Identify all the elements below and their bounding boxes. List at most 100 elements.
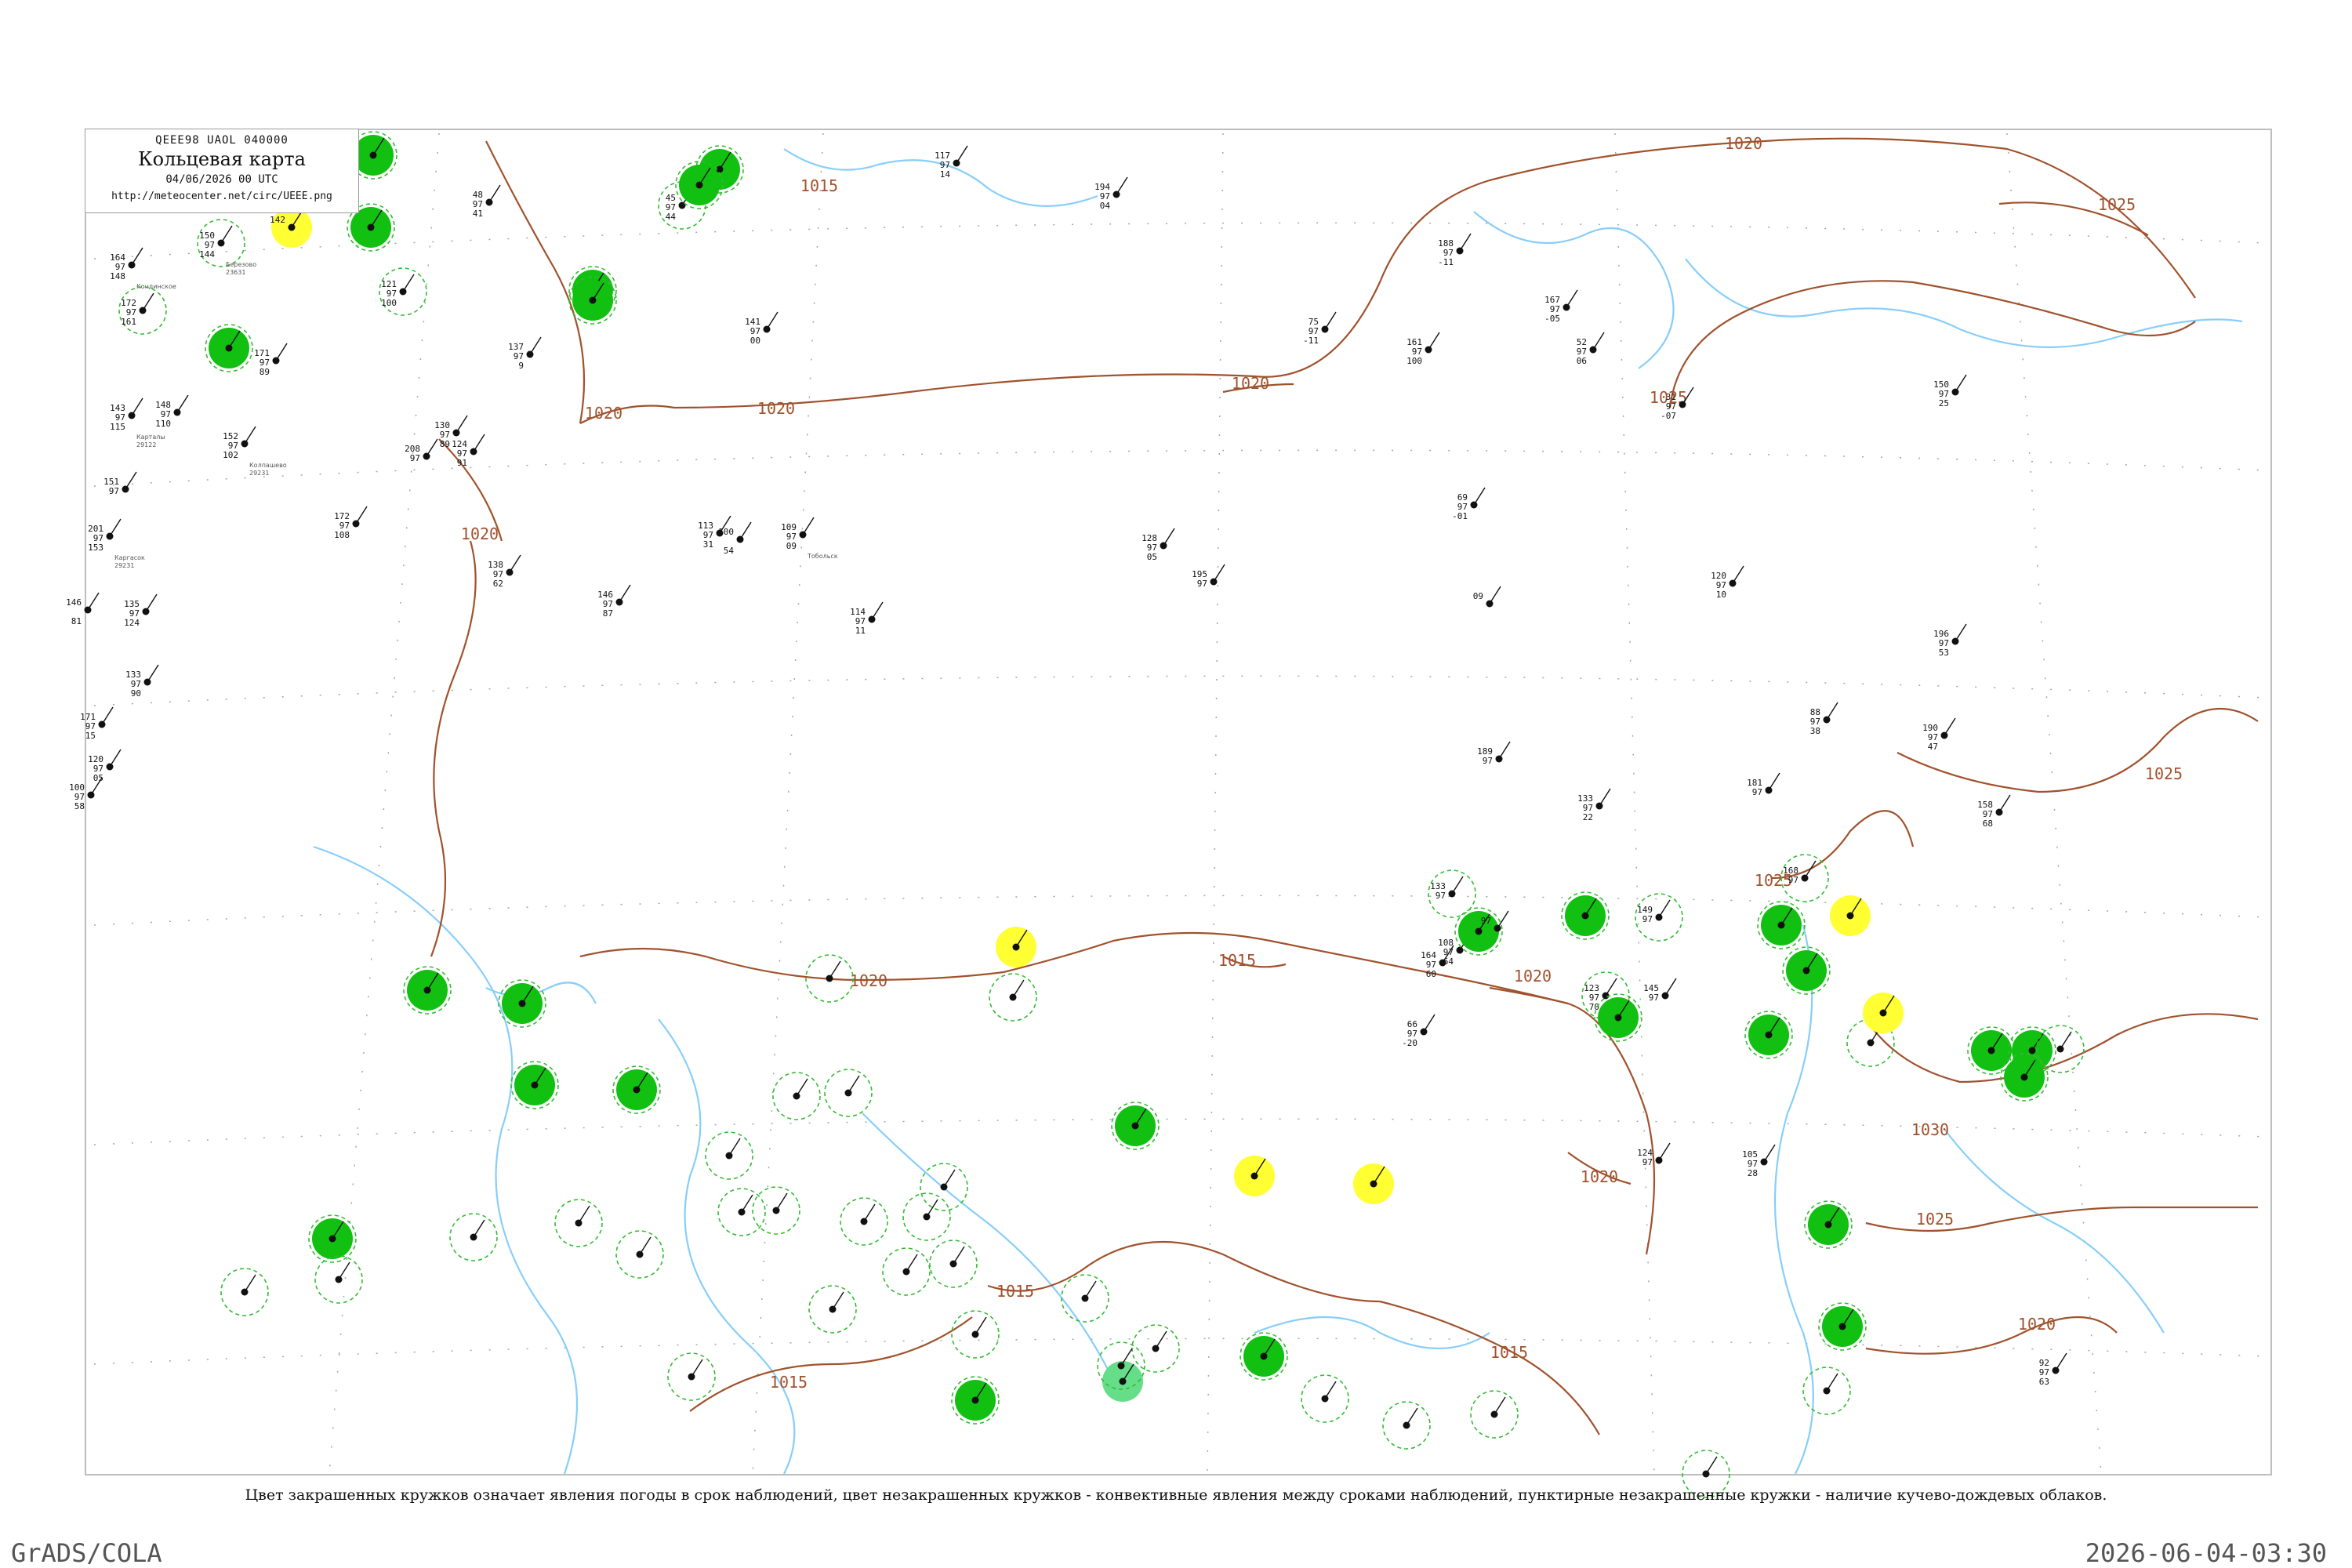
station-marker[interactable]: 17297161: [118, 286, 167, 335]
station-marker[interactable]: [554, 1199, 603, 1247]
station-marker[interactable]: 16497148Кондинское: [110, 247, 176, 290]
station-marker[interactable]: [1782, 946, 1831, 995]
station-marker[interactable]: 16797-05: [1544, 289, 1578, 324]
station-marker[interactable]: 6697-20: [1402, 1014, 1436, 1048]
station-marker[interactable]: [314, 1255, 363, 1304]
station-marker[interactable]: 1949704: [1094, 176, 1128, 211]
station-marker[interactable]: [1802, 1367, 1851, 1415]
station-marker[interactable]: 19597: [1192, 564, 1225, 589]
station-marker[interactable]: [951, 1376, 1000, 1425]
station-marker[interactable]: [902, 1192, 951, 1241]
station-marker[interactable]: 6997-01: [1452, 487, 1486, 521]
station-marker[interactable]: [205, 324, 253, 372]
station-marker[interactable]: [920, 1163, 968, 1211]
station-marker[interactable]: [1594, 993, 1642, 1042]
station-marker[interactable]: 20897: [405, 438, 438, 463]
station-marker[interactable]: 1419700: [745, 311, 779, 346]
station-marker[interactable]: 1589768: [1977, 794, 2011, 829]
station-marker[interactable]: 929763: [2039, 1352, 2067, 1387]
station-marker[interactable]: 1469787: [597, 584, 631, 619]
station-marker[interactable]: [824, 1069, 873, 1117]
station-marker[interactable]: 1509725: [1933, 374, 1967, 408]
station-marker[interactable]: [951, 1310, 1000, 1359]
station-marker[interactable]: 889738: [1810, 702, 1838, 736]
station-marker[interactable]: 529706: [1577, 332, 1605, 366]
station-marker[interactable]: [1382, 1401, 1431, 1450]
station-marker[interactable]: 14997: [1635, 893, 1683, 942]
station-marker[interactable]: 18197: [1747, 772, 1780, 797]
station-marker[interactable]: [1863, 993, 1904, 1033]
station-marker[interactable]: 1249791: [452, 434, 485, 468]
station-marker[interactable]: 1099709Тобольск: [781, 517, 838, 560]
station-marker[interactable]: [1301, 1374, 1349, 1423]
station-marker[interactable]: 1339790: [125, 664, 159, 699]
station-marker[interactable]: [612, 1065, 661, 1114]
station-marker[interactable]: [308, 1214, 357, 1263]
station-marker[interactable]: 100 54: [718, 521, 752, 556]
station-marker[interactable]: 15197: [103, 471, 137, 496]
station-marker[interactable]: [220, 1268, 269, 1316]
station-marker[interactable]: [989, 973, 1037, 1022]
station-marker[interactable]: [1561, 891, 1610, 940]
station-marker[interactable]: [1131, 1324, 1180, 1373]
station-marker[interactable]: [882, 1247, 931, 1296]
station-marker[interactable]: 14897110: [155, 394, 189, 429]
map-url[interactable]: http://meteocenter.net/circ/UEEE.png: [85, 191, 358, 202]
station-marker[interactable]: 18997: [1477, 741, 1511, 766]
station-marker[interactable]: 1969753: [1933, 623, 1967, 658]
station-marker[interactable]: 137979: [508, 336, 542, 371]
station-marker[interactable]: [568, 276, 617, 325]
station-marker[interactable]: 1339722: [1577, 788, 1611, 822]
wind-barb-icon: [488, 184, 501, 203]
station-marker[interactable]: [667, 1352, 716, 1401]
station-marker[interactable]: [1470, 1390, 1519, 1439]
station-marker[interactable]: [1353, 1163, 1394, 1204]
station-marker[interactable]: 18897-11: [1438, 233, 1472, 267]
station-marker[interactable]: [615, 1230, 664, 1279]
station-marker[interactable]: 1719715: [80, 706, 114, 741]
station-marker[interactable]: 16897: [1780, 854, 1829, 902]
station-marker[interactable]: [1804, 1200, 1853, 1249]
station-marker[interactable]: 09: [1473, 586, 1501, 608]
station-marker[interactable]: [449, 1213, 498, 1261]
station-marker[interactable]: [675, 161, 724, 209]
station-marker[interactable]: [1234, 1156, 1275, 1196]
station-marker[interactable]: 489741: [473, 184, 501, 219]
station-marker[interactable]: [2000, 1053, 2049, 1102]
station-marker[interactable]: 20197153Каргасок29231: [88, 518, 145, 569]
station-marker[interactable]: 1059728: [1742, 1144, 1776, 1178]
station-marker[interactable]: [1240, 1332, 1288, 1381]
station-marker[interactable]: [705, 1131, 753, 1180]
station-marker[interactable]: [1757, 901, 1806, 949]
station-marker[interactable]: [1818, 1302, 1867, 1351]
station-marker[interactable]: [717, 1188, 766, 1236]
station-marker[interactable]: 1149711: [850, 601, 884, 636]
station-marker[interactable]: [929, 1240, 978, 1288]
station-marker[interactable]: 1289705: [1142, 528, 1175, 562]
station-marker[interactable]: 15297102Колпашево29231: [223, 426, 287, 477]
station-marker[interactable]: 15097144Березово23631: [197, 219, 256, 276]
station-marker[interactable]: 1389762: [488, 554, 521, 589]
station-marker[interactable]: [510, 1061, 559, 1109]
station-marker[interactable]: [772, 1072, 821, 1120]
station-marker[interactable]: [840, 1197, 888, 1246]
station-marker[interactable]: 1179714: [935, 145, 968, 180]
station-marker[interactable]: 14597: [1643, 978, 1677, 1003]
station-marker[interactable]: 16197100: [1406, 332, 1440, 366]
station-marker[interactable]: 146 81: [66, 592, 100, 626]
station-marker[interactable]: 1719789: [254, 343, 288, 377]
station-marker[interactable]: 1209710: [1711, 565, 1744, 600]
station-marker[interactable]: 7597-11: [1303, 311, 1337, 346]
station-marker[interactable]: 17297108: [334, 506, 368, 540]
station-marker[interactable]: [996, 927, 1036, 967]
station-marker[interactable]: 13597124: [124, 593, 158, 628]
station-marker[interactable]: [1111, 1102, 1160, 1150]
station-marker[interactable]: [1061, 1274, 1109, 1323]
station-marker[interactable]: 1209705: [88, 749, 122, 783]
station-marker[interactable]: [1830, 895, 1871, 936]
station-marker[interactable]: [808, 1285, 857, 1334]
station-marker[interactable]: 1909747: [1922, 717, 1956, 752]
station-marker[interactable]: 12197100: [379, 267, 427, 316]
station-marker[interactable]: [1744, 1011, 1793, 1059]
station-marker[interactable]: [403, 966, 452, 1014]
